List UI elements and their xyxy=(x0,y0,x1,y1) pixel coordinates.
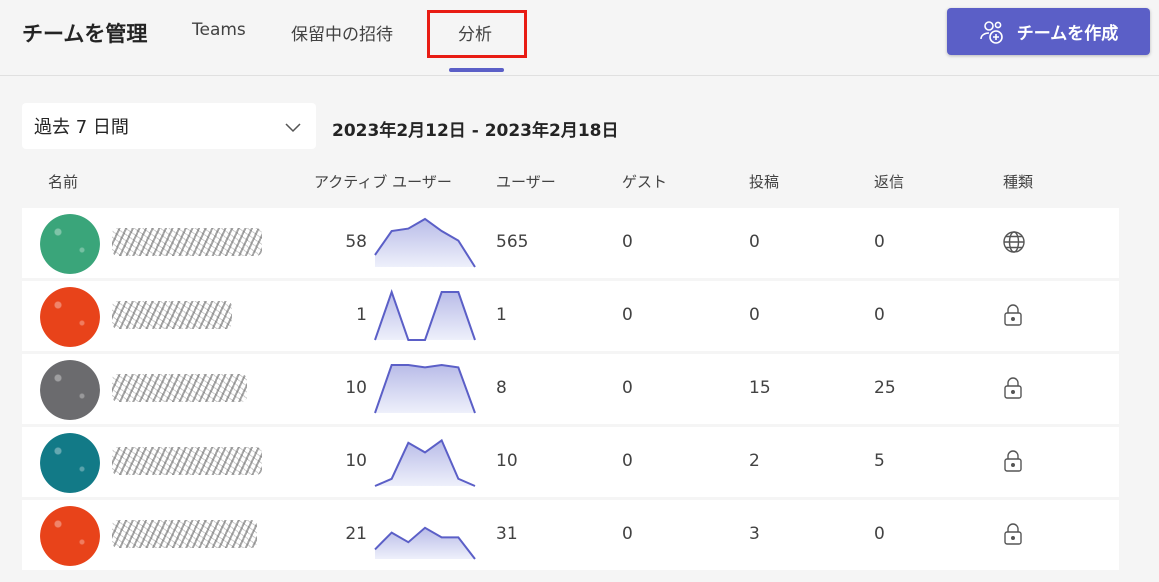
users-count: 565 xyxy=(496,232,529,252)
active-users-count: 58 xyxy=(345,232,367,252)
replies-count: 0 xyxy=(874,232,885,252)
chevron-down-icon xyxy=(284,118,302,139)
posts-count: 15 xyxy=(749,378,771,398)
guests-count: 0 xyxy=(622,378,633,398)
guests-count: 0 xyxy=(622,232,633,252)
people-add-icon xyxy=(979,19,1005,45)
team-name-redacted xyxy=(112,228,262,256)
team-avatar xyxy=(40,506,100,566)
column-header-replies[interactable]: 返信 xyxy=(874,171,904,192)
guests-count: 0 xyxy=(622,451,633,471)
posts-count: 2 xyxy=(749,451,760,471)
column-header-name[interactable]: 名前 xyxy=(48,171,78,192)
lock-icon xyxy=(1002,376,1024,404)
posts-count: 0 xyxy=(749,232,760,252)
users-count: 1 xyxy=(496,305,507,325)
team-row[interactable]: 10 8 0 15 25 xyxy=(22,354,1119,424)
sparkline-area xyxy=(375,527,475,559)
replies-count: 0 xyxy=(874,305,885,325)
create-team-button[interactable]: チームを作成 xyxy=(947,8,1150,55)
active-users-count: 1 xyxy=(356,305,367,325)
team-avatar xyxy=(40,360,100,420)
column-header-type[interactable]: 種類 xyxy=(1003,171,1033,192)
lock-icon xyxy=(1002,522,1024,550)
activity-sparkline xyxy=(374,526,476,560)
team-row[interactable]: 21 31 0 3 0 xyxy=(22,500,1119,570)
period-dropdown-value: 過去 7 日間 xyxy=(34,117,129,138)
tab-analytics[interactable]: 分析 xyxy=(458,20,492,45)
team-name-redacted xyxy=(112,520,257,548)
activity-sparkline xyxy=(374,363,476,414)
team-name-redacted xyxy=(112,301,232,329)
column-header-posts[interactable]: 投稿 xyxy=(749,171,779,192)
column-header-active-users[interactable]: アクティブ ユーザー xyxy=(314,171,452,192)
team-row[interactable]: 10 10 0 2 5 xyxy=(22,427,1119,497)
posts-count: 3 xyxy=(749,524,760,544)
activity-sparkline xyxy=(374,217,476,268)
team-name-redacted xyxy=(112,374,247,402)
lock-icon xyxy=(1002,303,1024,331)
replies-count: 0 xyxy=(874,524,885,544)
active-users-count: 10 xyxy=(345,378,367,398)
tab-teams[interactable]: Teams xyxy=(192,20,246,40)
users-count: 10 xyxy=(496,451,518,471)
tab-pending-invites[interactable]: 保留中の招待 xyxy=(291,20,393,45)
replies-count: 25 xyxy=(874,378,896,398)
users-count: 31 xyxy=(496,524,518,544)
globe-icon xyxy=(1002,230,1026,258)
team-avatar xyxy=(40,433,100,493)
active-tab-indicator xyxy=(449,68,504,72)
activity-sparkline xyxy=(374,288,476,341)
guests-count: 0 xyxy=(622,524,633,544)
replies-count: 5 xyxy=(874,451,885,471)
date-range-label: 2023年2月12日 - 2023年2月18日 xyxy=(332,121,619,141)
column-header-guests[interactable]: ゲスト xyxy=(622,171,667,192)
activity-sparkline xyxy=(374,438,476,487)
create-team-label: チームを作成 xyxy=(1016,24,1119,44)
team-name-redacted xyxy=(112,447,262,475)
header-bar: チームを管理 Teams 保留中の招待 分析 チームを作成 xyxy=(0,0,1159,76)
active-users-count: 21 xyxy=(345,524,367,544)
team-avatar xyxy=(40,287,100,347)
page-title: チームを管理 xyxy=(22,22,148,46)
users-count: 8 xyxy=(496,378,507,398)
period-dropdown[interactable]: 過去 7 日間 xyxy=(22,103,316,149)
lock-icon xyxy=(1002,449,1024,477)
team-row[interactable]: 1 1 0 0 0 xyxy=(22,281,1119,351)
active-users-count: 10 xyxy=(345,451,367,471)
team-avatar xyxy=(40,214,100,274)
team-row[interactable]: 58 565 0 0 0 xyxy=(22,208,1119,278)
posts-count: 0 xyxy=(749,305,760,325)
guests-count: 0 xyxy=(622,305,633,325)
column-header-users[interactable]: ユーザー xyxy=(496,171,556,192)
